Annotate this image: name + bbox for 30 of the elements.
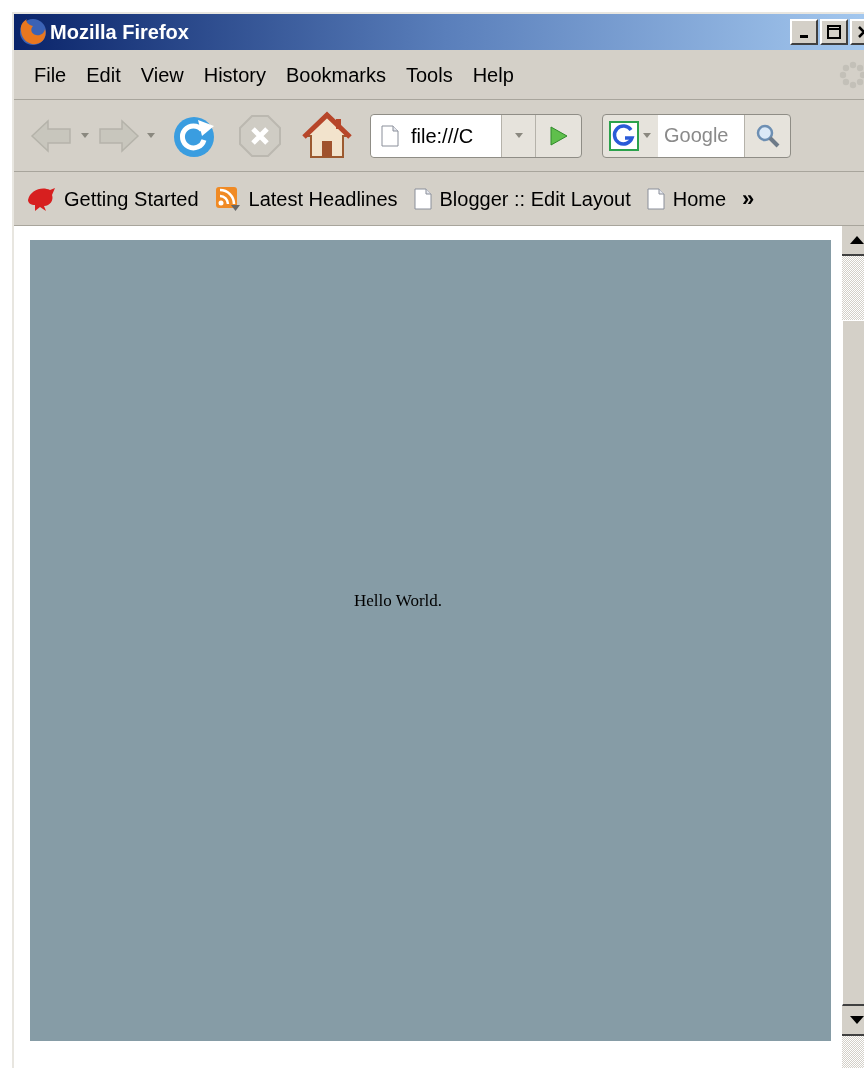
menu-item[interactable]: History — [193, 59, 276, 90]
maximize-button[interactable] — [820, 19, 848, 45]
menu-item[interactable]: Edit — [76, 59, 131, 90]
feed-icon — [214, 185, 241, 212]
menu-item[interactable]: Help — [462, 59, 524, 90]
page-text: Hello World. — [354, 590, 443, 612]
page-icon — [413, 187, 432, 210]
home-button[interactable] — [302, 110, 352, 161]
menu-item[interactable]: File — [24, 59, 77, 90]
maximize-icon — [826, 25, 842, 39]
menu-item[interactable]: View — [130, 59, 194, 90]
menu-item[interactable]: Bookmarks — [275, 59, 396, 90]
firefox-logo-icon — [18, 17, 48, 47]
page-icon — [646, 187, 665, 210]
menu-item[interactable]: Tools — [395, 59, 463, 90]
bookmark-link[interactable]: Blogger :: Edit Layout — [413, 183, 631, 214]
bookmark-link[interactable]: Home — [646, 183, 727, 214]
scrollbar-thumb[interactable] — [842, 320, 864, 1006]
minimize-icon — [800, 34, 808, 38]
bookmark-link[interactable]: Getting Started — [26, 183, 199, 214]
window-title: Mozilla Firefox — [50, 20, 189, 45]
bookmarks-overflow-button[interactable]: » — [742, 182, 755, 215]
scroll-up-button[interactable] — [842, 226, 864, 256]
scroll-down-button[interactable] — [842, 1006, 864, 1036]
minimize-button[interactable] — [790, 19, 818, 45]
bookmark-link[interactable]: Latest Headlines — [214, 183, 398, 214]
down-arrow-icon — [850, 1016, 864, 1024]
back-menu-caret-icon[interactable] — [80, 132, 90, 139]
up-arrow-icon — [850, 236, 864, 244]
forward-menu-caret-icon[interactable] — [146, 132, 156, 139]
